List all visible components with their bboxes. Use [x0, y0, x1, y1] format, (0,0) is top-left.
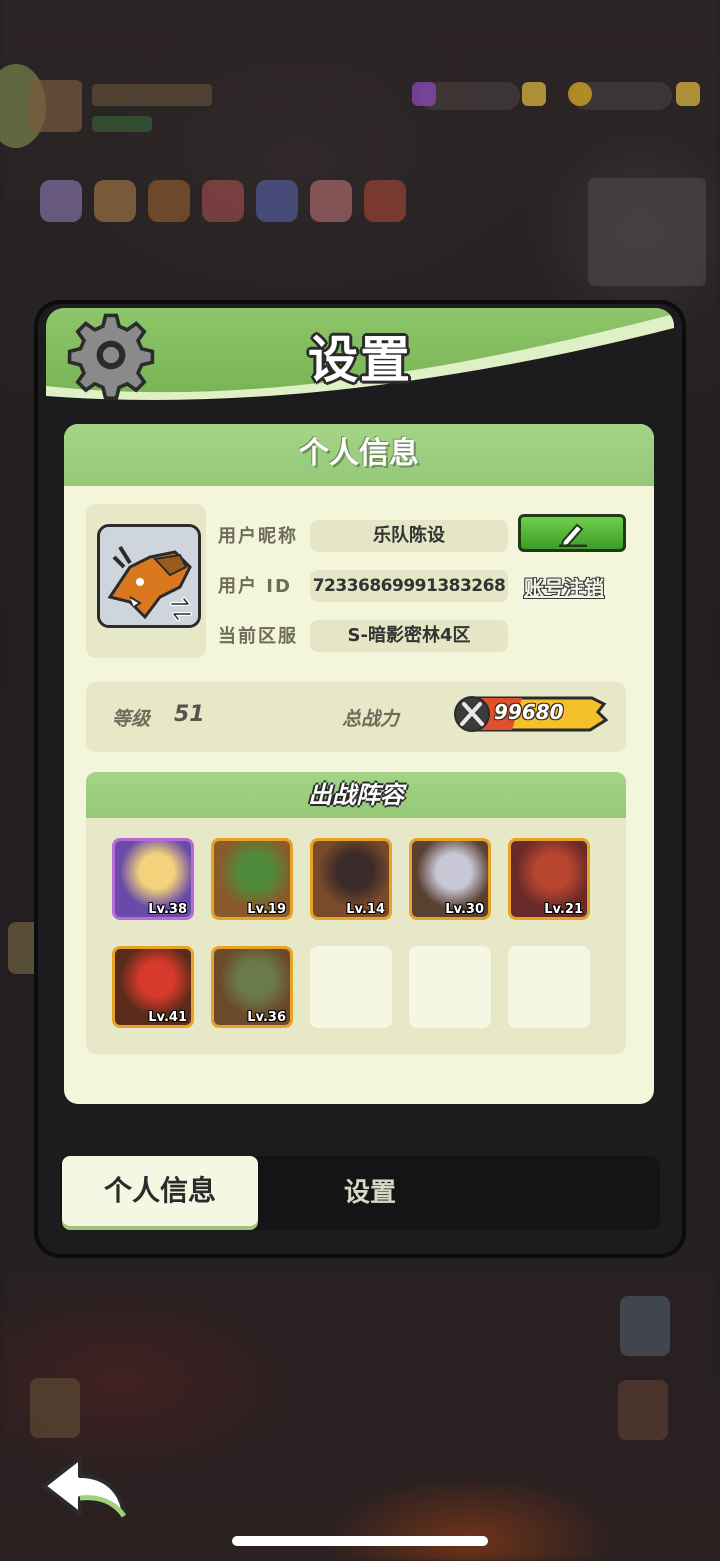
hud-name-bar [92, 84, 212, 106]
user-id-field: 72336869991383268 [310, 570, 508, 602]
empty-hero-slot[interactable] [310, 946, 392, 1028]
hero-slot[interactable]: Lv.38 [112, 838, 194, 920]
gem-icon [412, 82, 436, 106]
cancel-account-link[interactable]: 账号注销 [524, 572, 604, 601]
edit-nickname-button[interactable] [518, 514, 626, 552]
hero-level-label: Lv.21 [544, 902, 583, 917]
swap-avatar-icon[interactable] [166, 594, 196, 624]
hero-slot[interactable]: Lv.41 [112, 946, 194, 1028]
nickname-field: 乐队陈设 [310, 520, 508, 552]
hero-level-label: Lv.38 [148, 902, 187, 917]
home-indicator[interactable] [232, 1536, 488, 1546]
hero-slot[interactable]: Lv.14 [310, 838, 392, 920]
bottom-tab-bar: 个人信息 设置 [60, 1156, 660, 1230]
empty-hero-slot[interactable] [508, 946, 590, 1028]
server-field: S-暗影密林4区 [310, 620, 508, 652]
nickname-label: 用户昵称 [218, 526, 298, 547]
minimap [588, 178, 706, 286]
avatar-box [86, 504, 206, 658]
hud-level-bar [92, 116, 152, 132]
feature-icon [148, 180, 190, 222]
power-value: 99680 [494, 700, 564, 724]
hud-player-avatar [30, 80, 82, 132]
map-sprite [620, 1296, 670, 1356]
user-id-label: 用户 ID [218, 576, 292, 597]
back-arrow-icon[interactable] [40, 1452, 130, 1522]
lineup-title: 出战阵容 [86, 772, 626, 818]
hero-slot[interactable]: Lv.30 [409, 838, 491, 920]
hero-level-label: Lv.14 [346, 902, 385, 917]
feature-icon [94, 180, 136, 222]
hero-level-label: Lv.30 [445, 902, 484, 917]
level-label: 等级 [112, 708, 151, 730]
feature-icon [202, 180, 244, 222]
hero-level-label: Lv.41 [148, 1010, 187, 1025]
hero-slot[interactable]: Lv.19 [211, 838, 293, 920]
feature-icon [364, 180, 406, 222]
profile-panel: 个人信息 用户昵称 乐队陈设 用户 ID 72336869991383268 账… [64, 424, 654, 1104]
dialog-header: 设置 [46, 308, 674, 402]
level-value: 51 [174, 702, 205, 727]
power-label: 总战力 [342, 708, 400, 730]
feature-icon [310, 180, 352, 222]
add-gem-icon [522, 82, 546, 106]
hero-slot[interactable]: Lv.21 [508, 838, 590, 920]
map-sprite [618, 1380, 668, 1440]
feature-icon [256, 180, 298, 222]
dialog-title: 设置 [308, 331, 412, 389]
stats-box: 等级 51 总战力 99680 [86, 682, 626, 752]
hero-level-label: Lv.19 [247, 902, 286, 917]
settings-dialog: 设置 个人信息 用户昵称 乐队陈设 用户 ID 7233686999138326… [38, 304, 682, 1254]
server-label: 当前区服 [218, 626, 298, 647]
hero-level-label: Lv.36 [247, 1010, 286, 1025]
tab-settings[interactable]: 设置 [310, 1156, 430, 1230]
map-sprite [30, 1378, 80, 1438]
pencil-icon [559, 523, 587, 547]
add-gold-icon [676, 82, 700, 106]
profile-panel-title: 个人信息 [64, 424, 654, 486]
feature-icon [40, 180, 82, 222]
lineup-box: 出战阵容 Lv.38 Lv.19 Lv.14 Lv.30 Lv.21 Lv.41 Lv.36 [86, 772, 626, 1054]
empty-hero-slot[interactable] [409, 946, 491, 1028]
hud-feature-icons [40, 180, 420, 236]
tab-profile[interactable]: 个人信息 [62, 1156, 258, 1226]
coin-icon [568, 82, 592, 106]
hero-slot[interactable]: Lv.36 [211, 946, 293, 1028]
